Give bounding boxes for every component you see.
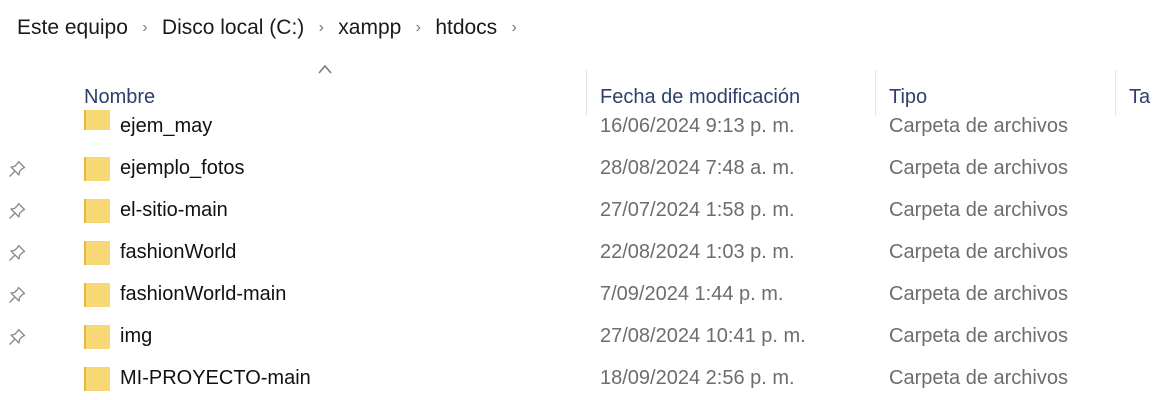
pin-icon[interactable] <box>8 160 26 178</box>
file-type: Carpeta de archivos <box>889 241 1068 263</box>
breadcrumb-item-disco-local[interactable]: Disco local (C:) <box>162 16 304 40</box>
folder-icon <box>84 110 110 130</box>
column-header-date[interactable]: Fecha de modificación <box>600 86 800 109</box>
file-type: Carpeta de archivos <box>889 367 1068 389</box>
pin-icon[interactable] <box>8 286 26 304</box>
file-date: 27/08/2024 10:41 p. m. <box>600 325 806 347</box>
file-name: fashionWorld-main <box>120 283 287 305</box>
file-row[interactable]: ejemplo_fotos 28/08/2024 7:48 a. m. Carp… <box>0 148 1154 190</box>
folder-icon <box>84 157 110 181</box>
file-date: 7/09/2024 1:44 p. m. <box>600 283 784 305</box>
file-name: MI-PROYECTO-main <box>120 367 311 389</box>
column-header-name[interactable]: Nombre <box>84 86 155 109</box>
folder-icon <box>84 325 110 349</box>
column-header-type[interactable]: Tipo <box>889 86 927 109</box>
chevron-right-icon[interactable]: › <box>497 19 531 37</box>
file-type: Carpeta de archivos <box>889 199 1068 221</box>
file-row[interactable]: img 27/08/2024 10:41 p. m. Carpeta de ar… <box>0 316 1154 358</box>
file-row[interactable]: ejem_may 16/06/2024 9:13 p. m. Carpeta d… <box>0 108 1154 148</box>
file-type: Carpeta de archivos <box>889 283 1068 305</box>
file-name: ejem_may <box>120 115 213 137</box>
pin-icon[interactable] <box>8 244 26 262</box>
breadcrumb-item-htdocs[interactable]: htdocs <box>435 16 497 40</box>
breadcrumb-item-este-equipo[interactable]: Este equipo <box>17 16 128 40</box>
chevron-right-icon[interactable]: › <box>304 19 338 37</box>
folder-icon <box>84 199 110 223</box>
folder-icon <box>84 241 110 265</box>
chevron-right-icon[interactable]: › <box>401 19 435 37</box>
breadcrumb-item-xampp[interactable]: xampp <box>338 16 401 40</box>
file-date: 16/06/2024 9:13 p. m. <box>600 115 795 137</box>
file-date: 18/09/2024 2:56 p. m. <box>600 367 795 389</box>
file-list: ejem_may 16/06/2024 9:13 p. m. Carpeta d… <box>0 108 1154 400</box>
file-date: 27/07/2024 1:58 p. m. <box>600 199 795 221</box>
file-date: 28/08/2024 7:48 a. m. <box>600 157 795 179</box>
file-row[interactable]: fashionWorld-main 7/09/2024 1:44 p. m. C… <box>0 274 1154 316</box>
file-row[interactable]: el-sitio-main 27/07/2024 1:58 p. m. Carp… <box>0 190 1154 232</box>
file-name: fashionWorld <box>120 241 237 263</box>
file-name: ejemplo_fotos <box>120 157 245 179</box>
file-type: Carpeta de archivos <box>889 115 1068 137</box>
file-name: img <box>120 325 153 347</box>
file-type: Carpeta de archivos <box>889 325 1068 347</box>
pin-icon[interactable] <box>8 202 26 220</box>
folder-icon <box>84 367 110 391</box>
column-header-size[interactable]: Ta <box>1129 86 1150 109</box>
folder-icon <box>84 283 110 307</box>
file-type: Carpeta de archivos <box>889 157 1068 179</box>
file-row[interactable]: fashionWorld 22/08/2024 1:03 p. m. Carpe… <box>0 232 1154 274</box>
breadcrumb: Este equipo › Disco local (C:) › xampp ›… <box>0 0 1154 56</box>
file-date: 22/08/2024 1:03 p. m. <box>600 241 795 263</box>
caret-up-icon <box>318 64 332 74</box>
pin-icon[interactable] <box>8 328 26 346</box>
file-name: el-sitio-main <box>120 199 228 221</box>
file-row[interactable]: MI-PROYECTO-main 18/09/2024 2:56 p. m. C… <box>0 358 1154 400</box>
chevron-right-icon[interactable]: › <box>128 19 162 37</box>
